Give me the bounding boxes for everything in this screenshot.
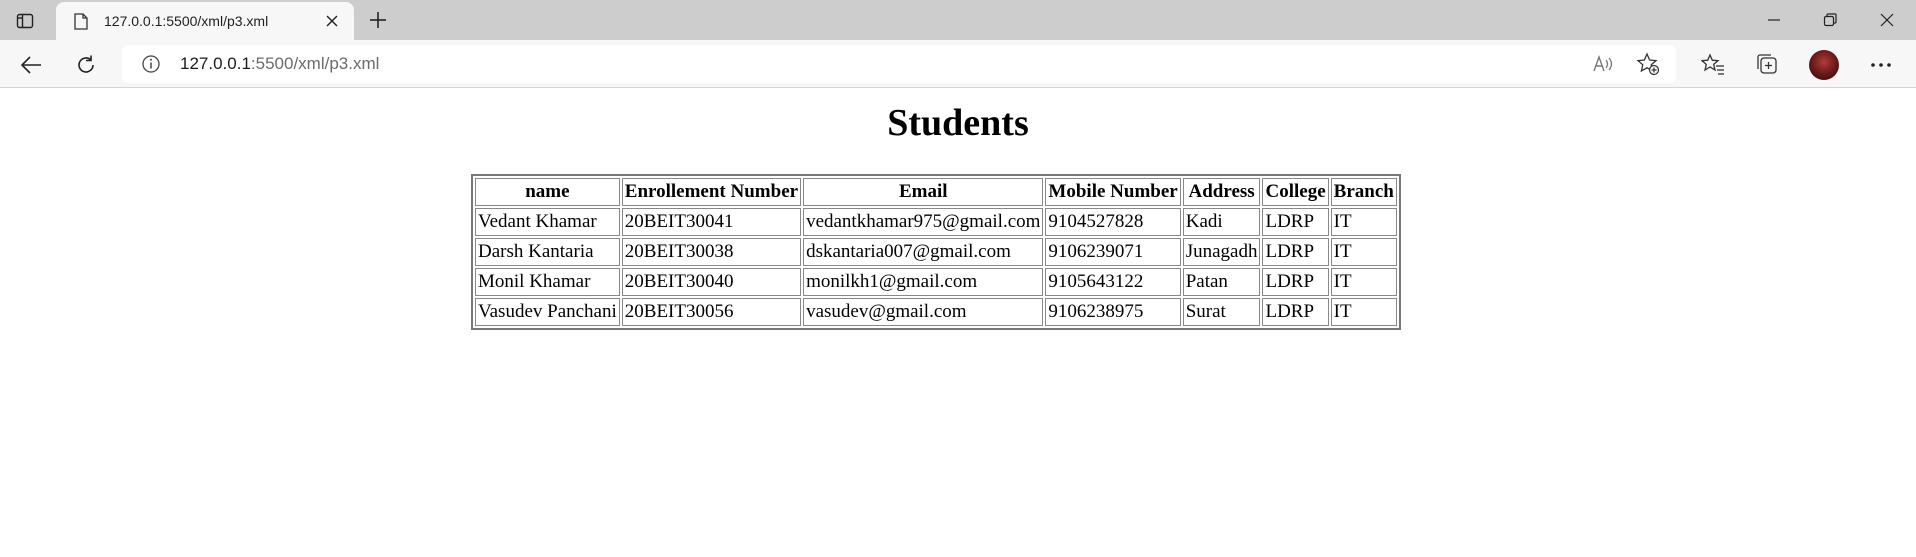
table-row: Vedant Khamar 20BEIT30041 vedantkhamar97… [475,208,1397,236]
url-host: 127.0.0.1 [180,54,251,73]
back-arrow-icon [20,56,41,74]
cell-email: dskantaria007@gmail.com [803,238,1044,266]
window-close-icon [1880,13,1894,27]
cell-email: vasudev@gmail.com [803,298,1044,326]
star-plus-icon[interactable] [1635,51,1661,77]
cell-college: LDRP [1262,208,1329,236]
page-icon [72,12,90,30]
close-icon[interactable] [320,9,344,33]
page-content: Students name Enrollement Number Email M… [0,89,1916,557]
read-aloud-icon[interactable] [1590,51,1616,77]
column-header-college: College [1262,178,1329,206]
students-table: name Enrollement Number Email Mobile Num… [471,174,1401,330]
refresh-icon [78,55,94,73]
tab-actions-icon[interactable] [14,10,36,32]
cell-mobile: 9104527828 [1045,208,1181,236]
tab-strip: 127.0.0.1:5500/xml/p3.xml [0,0,1916,40]
collections-icon[interactable] [1754,51,1780,77]
refresh-button[interactable] [73,52,99,78]
cell-mobile: 9106238975 [1045,298,1181,326]
info-icon[interactable] [140,53,162,75]
cell-mobile: 9105643122 [1045,268,1181,296]
restore-button[interactable] [1818,8,1842,32]
back-button[interactable] [18,52,44,78]
cell-name: Vedant Khamar [475,208,620,236]
cell-name: Monil Khamar [475,268,620,296]
column-header-address: Address [1182,178,1261,206]
address-bar[interactable]: 127.0.0.1:5500/xml/p3.xml [122,45,1676,83]
favorites-icon[interactable] [1700,51,1726,77]
cell-college: LDRP [1262,268,1329,296]
cell-college: LDRP [1262,238,1329,266]
cell-enrollment: 20BEIT30056 [621,298,802,326]
cell-address: Kadi [1182,208,1261,236]
plus-icon [370,12,386,28]
cell-address: Patan [1182,268,1261,296]
minimize-icon [1768,19,1780,21]
table-row: Vasudev Panchani 20BEIT30056 vasudev@gma… [475,298,1397,326]
page-title: Students [887,102,1029,144]
new-tab-button[interactable] [366,8,390,32]
cell-college: LDRP [1262,298,1329,326]
url-path: :5500/xml/p3.xml [250,54,380,73]
cell-email: vedantkhamar975@gmail.com [803,208,1044,236]
table-header-row: name Enrollement Number Email Mobile Num… [475,178,1397,206]
window-close-button[interactable] [1875,8,1899,32]
cell-email: monilkh1@gmail.com [803,268,1044,296]
cell-branch: IT [1330,268,1397,296]
cell-branch: IT [1330,298,1397,326]
cell-address: Junagadh [1182,238,1261,266]
column-header-enrollment: Enrollement Number [621,178,802,206]
cell-enrollment: 20BEIT30040 [621,268,802,296]
browser-tab[interactable]: 127.0.0.1:5500/xml/p3.xml [56,2,354,40]
browser-toolbar: 127.0.0.1:5500/xml/p3.xml [0,40,1916,88]
cell-enrollment: 20BEIT30041 [621,208,802,236]
cell-branch: IT [1330,238,1397,266]
table-row: Monil Khamar 20BEIT30040 monilkh1@gmail.… [475,268,1397,296]
url-text: 127.0.0.1:5500/xml/p3.xml [180,54,379,74]
cell-address: Surat [1182,298,1261,326]
avatar[interactable] [1809,50,1839,80]
restore-icon [1823,13,1837,27]
column-header-mobile: Mobile Number [1045,178,1181,206]
cell-enrollment: 20BEIT30038 [621,238,802,266]
cell-mobile: 9106239071 [1045,238,1181,266]
cell-name: Vasudev Panchani [475,298,620,326]
cell-branch: IT [1330,208,1397,236]
column-header-branch: Branch [1330,178,1397,206]
column-header-name: name [475,178,620,206]
table-row: Darsh Kantaria 20BEIT30038 dskantaria007… [475,238,1397,266]
tab-title: 127.0.0.1:5500/xml/p3.xml [104,13,269,29]
minimize-button[interactable] [1762,8,1786,32]
more-icon[interactable] [1868,52,1894,78]
cell-name: Darsh Kantaria [475,238,620,266]
column-header-email: Email [803,178,1044,206]
